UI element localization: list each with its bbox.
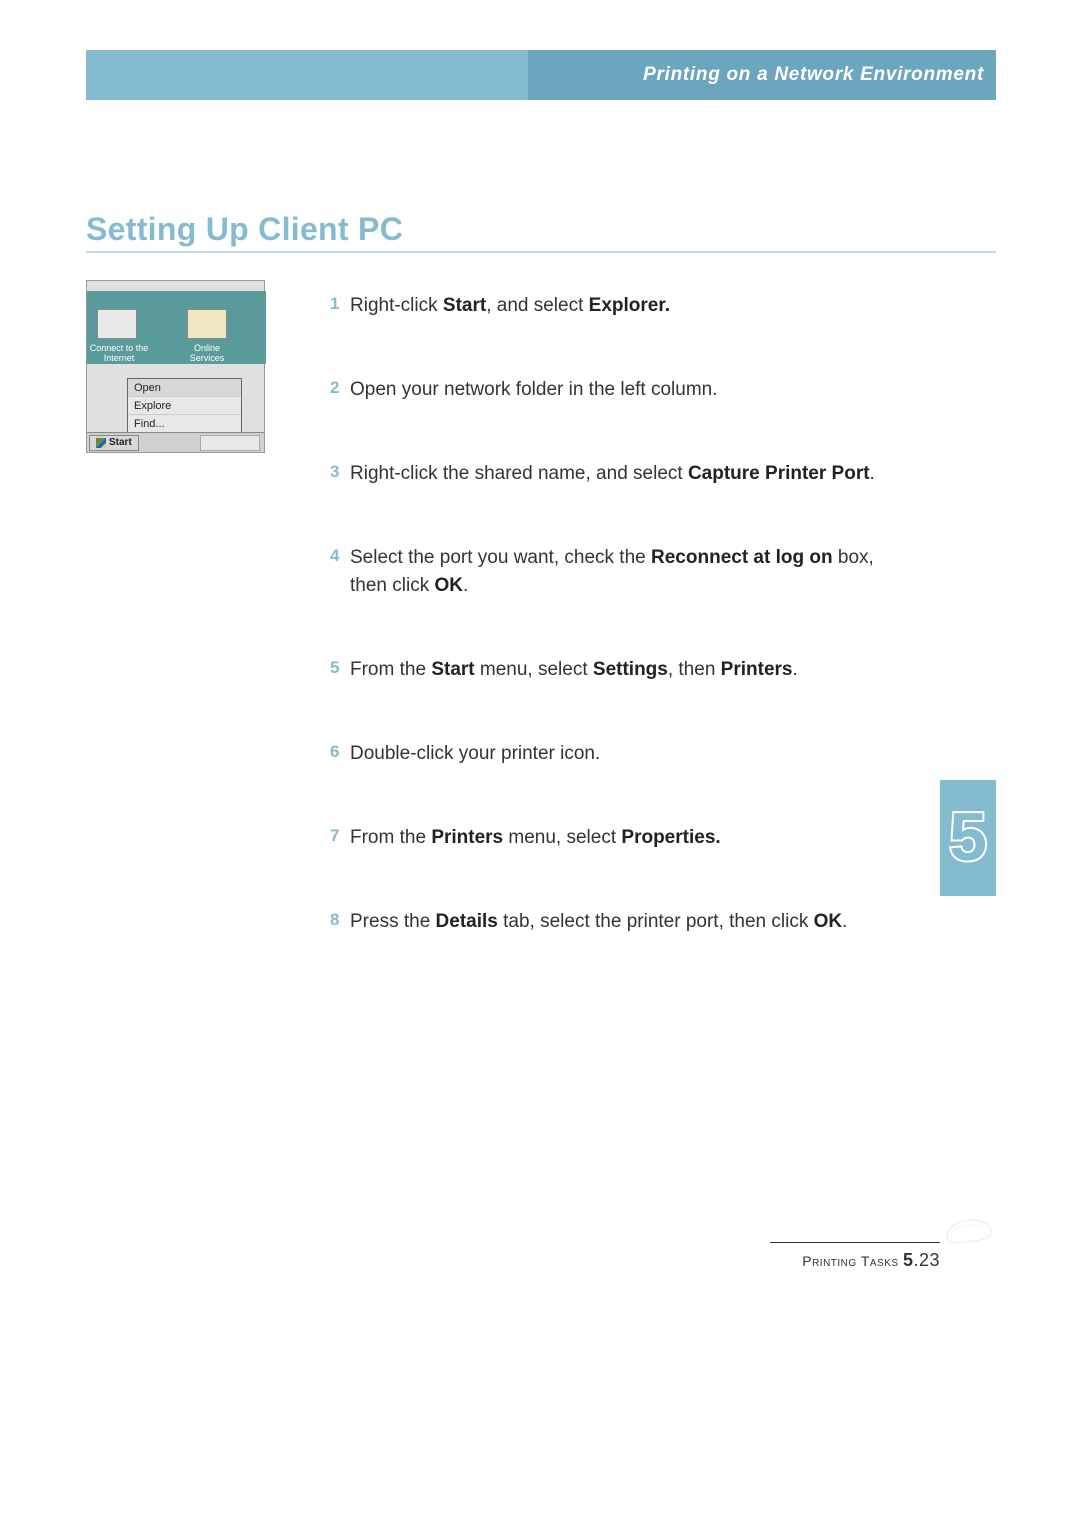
step-number: 7 — [330, 824, 350, 852]
bold-term: Printers — [721, 659, 793, 680]
bold-term: Start — [443, 295, 486, 316]
step-item: 7From the Printers menu, select Properti… — [330, 824, 906, 852]
step-item: 2Open your network folder in the left co… — [330, 376, 906, 404]
page-curl-icon — [945, 1217, 994, 1245]
step-text: Select the port you want, check the Reco… — [350, 544, 906, 600]
footer-text: Printing Tasks 5.23 — [802, 1250, 940, 1271]
chapter-number-icon: 5 — [948, 798, 988, 878]
step-text: Right-click Start, and select Explorer. — [350, 292, 670, 320]
menu-item-find: Find... — [128, 415, 241, 433]
text-run: Double-click your printer icon. — [350, 743, 600, 764]
text-run: Right-click the shared name, and select — [350, 463, 688, 484]
step-item: 6Double-click your printer icon. — [330, 740, 906, 768]
bold-term: OK — [434, 575, 463, 596]
text-run: , then — [668, 659, 721, 680]
text-run: Select the port you want, check the — [350, 547, 651, 568]
text-run: Open your network folder in the left col… — [350, 379, 718, 400]
bold-term: Settings — [593, 659, 668, 680]
step-item: 4Select the port you want, check the Rec… — [330, 544, 906, 600]
footer-section: Printing Tasks — [802, 1253, 898, 1269]
step-number: 8 — [330, 908, 350, 936]
text-run: . — [792, 659, 797, 680]
chapter-tab: 5 — [940, 780, 996, 896]
step-text: Double-click your printer icon. — [350, 740, 600, 768]
section-title: Setting Up Client PC — [86, 211, 403, 248]
step-number: 4 — [330, 544, 350, 600]
text-run: Press the — [350, 911, 436, 932]
section-rule — [86, 251, 996, 253]
text-run: menu, select — [503, 827, 621, 848]
steps-list: 1Right-click Start, and select Explorer.… — [330, 292, 906, 992]
step-item: 5From the Start menu, select Settings, t… — [330, 656, 906, 684]
step-number: 3 — [330, 460, 350, 488]
step-item: 1Right-click Start, and select Explorer. — [330, 292, 906, 320]
text-run: menu, select — [475, 659, 593, 680]
start-button: Start — [89, 435, 139, 451]
bold-term: Explorer. — [589, 295, 670, 316]
windows-logo-icon — [96, 438, 106, 448]
system-tray — [200, 435, 260, 451]
footer-page-minor: .23 — [913, 1250, 940, 1270]
footer-rule — [770, 1242, 940, 1243]
start-label: Start — [109, 437, 132, 448]
context-menu: Open Explore Find... — [127, 378, 242, 434]
step-text: From the Printers menu, select Propertie… — [350, 824, 721, 852]
desktop-icon-online-services — [187, 309, 227, 339]
text-run: . — [463, 575, 468, 596]
header-title: Printing on a Network Environment — [643, 64, 984, 86]
menu-item-explore: Explore — [128, 397, 241, 415]
screenshot-figure: Connect to the Internet Online Services … — [86, 280, 265, 453]
bold-term: Details — [436, 911, 498, 932]
bold-term: Properties. — [621, 827, 720, 848]
text-run: , and select — [486, 295, 588, 316]
text-run: From the — [350, 827, 431, 848]
text-run: Right-click — [350, 295, 443, 316]
text-run: tab, select the printer port, then click — [498, 911, 814, 932]
bold-term: OK — [814, 911, 843, 932]
footer-page-major: 5 — [903, 1250, 914, 1270]
taskbar: Start — [87, 432, 264, 452]
step-number: 2 — [330, 376, 350, 404]
text-run: . — [870, 463, 875, 484]
step-text: Press the Details tab, select the printe… — [350, 908, 847, 936]
header-title-block: Printing on a Network Environment — [528, 50, 996, 100]
step-text: Open your network folder in the left col… — [350, 376, 718, 404]
step-number: 6 — [330, 740, 350, 768]
step-number: 1 — [330, 292, 350, 320]
step-text: Right-click the shared name, and select … — [350, 460, 875, 488]
step-item: 3Right-click the shared name, and select… — [330, 460, 906, 488]
bold-term: Capture Printer Port — [688, 463, 870, 484]
desktop-icon-label: Online Services — [177, 343, 237, 363]
step-text: From the Start menu, select Settings, th… — [350, 656, 798, 684]
screenshot-desktop-area: Connect to the Internet Online Services — [87, 291, 266, 364]
step-number: 5 — [330, 656, 350, 684]
bold-term: Printers — [431, 827, 503, 848]
desktop-icon-label: Connect to the Internet — [89, 343, 149, 363]
chapter-number-glyph: 5 — [949, 799, 987, 875]
desktop-icon-connect-internet — [97, 309, 137, 339]
bold-term: Reconnect at log on — [651, 547, 833, 568]
text-run: From the — [350, 659, 431, 680]
bold-term: Start — [431, 659, 474, 680]
menu-item-open: Open — [128, 379, 241, 397]
step-item: 8Press the Details tab, select the print… — [330, 908, 906, 936]
text-run: . — [842, 911, 847, 932]
